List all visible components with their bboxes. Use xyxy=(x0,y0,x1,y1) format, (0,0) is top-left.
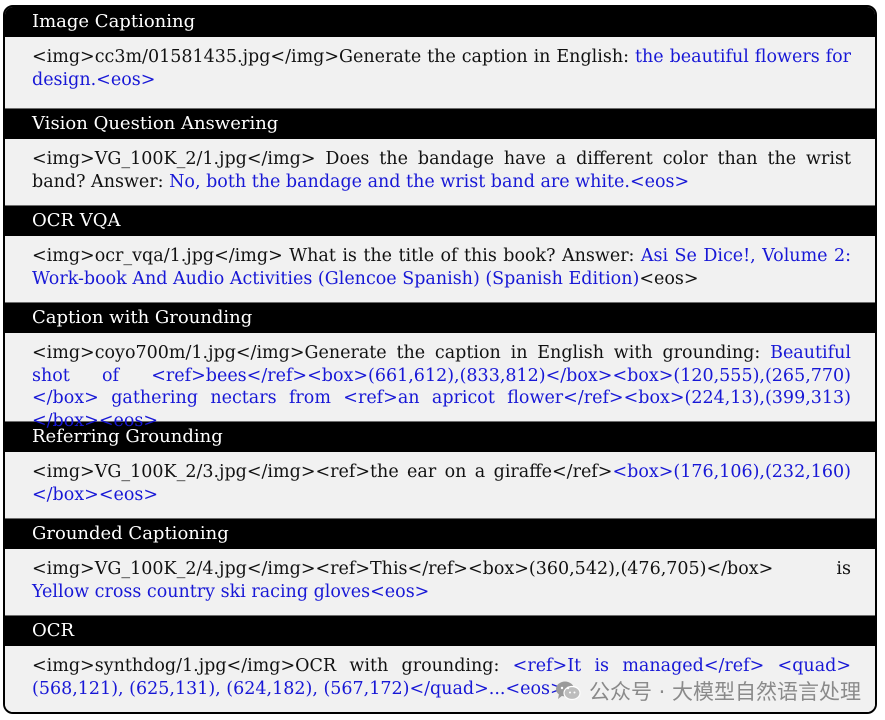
section-body-image-captioning: <img>cc3m/01581435.jpg</img>Generate the… xyxy=(5,37,875,109)
section-header-ocr: OCR xyxy=(5,616,875,646)
wechat-icon xyxy=(555,680,581,702)
watermark: 公众号 · 大模型自然语言处理 xyxy=(555,676,861,706)
section-body-grounded-captioning: <img>VG_100K_2/4.jpg</img><ref>This</ref… xyxy=(5,549,875,616)
section-body-ocr-vqa: <img>ocr_vqa/1.jpg</img> What is the tit… xyxy=(5,236,875,303)
section-header-caption-grounding: Caption with Grounding xyxy=(5,303,875,333)
section-header-vqa: Vision Question Answering xyxy=(5,109,875,139)
section-body-referring-grounding: <img>VG_100K_2/3.jpg</img><ref>the ear o… xyxy=(5,452,875,519)
prompt-text: <img>ocr_vqa/1.jpg</img> What is the tit… xyxy=(32,246,641,266)
prompt-text: <img>VG_100K_2/3.jpg</img><ref>the ear o… xyxy=(32,462,613,482)
section-header-ocr-vqa: OCR VQA xyxy=(5,206,875,236)
prompt-text: <img>coyo700m/1.jpg</img>Generate the ca… xyxy=(32,343,771,363)
section-body-vqa: <img>VG_100K_2/1.jpg</img> Does the band… xyxy=(5,139,875,206)
answer-text: Yellow cross country ski racing gloves<e… xyxy=(32,581,430,602)
prompt-text: <img>cc3m/01581435.jpg</img>Generate the… xyxy=(32,47,635,67)
section-header-grounded-captioning: Grounded Captioning xyxy=(5,519,875,549)
eos-token: <eos> xyxy=(639,268,699,289)
section-body-caption-grounding: <img>coyo700m/1.jpg</img>Generate the ca… xyxy=(5,333,875,431)
section-header-referring-grounding: Referring Grounding xyxy=(5,422,875,452)
prompt-text: <img>synthdog/1.jpg</img>OCR with ground… xyxy=(32,656,513,676)
section-header-image-captioning: Image Captioning xyxy=(5,7,875,37)
prompt-text: <img>VG_100K_2/4.jpg</img><ref>This</ref… xyxy=(32,559,851,579)
watermark-text: 公众号 · 大模型自然语言处理 xyxy=(588,680,861,704)
task-examples-table: Image Captioning <img>cc3m/01581435.jpg<… xyxy=(3,5,877,714)
answer-text: No, both the bandage and the wrist band … xyxy=(169,171,690,192)
